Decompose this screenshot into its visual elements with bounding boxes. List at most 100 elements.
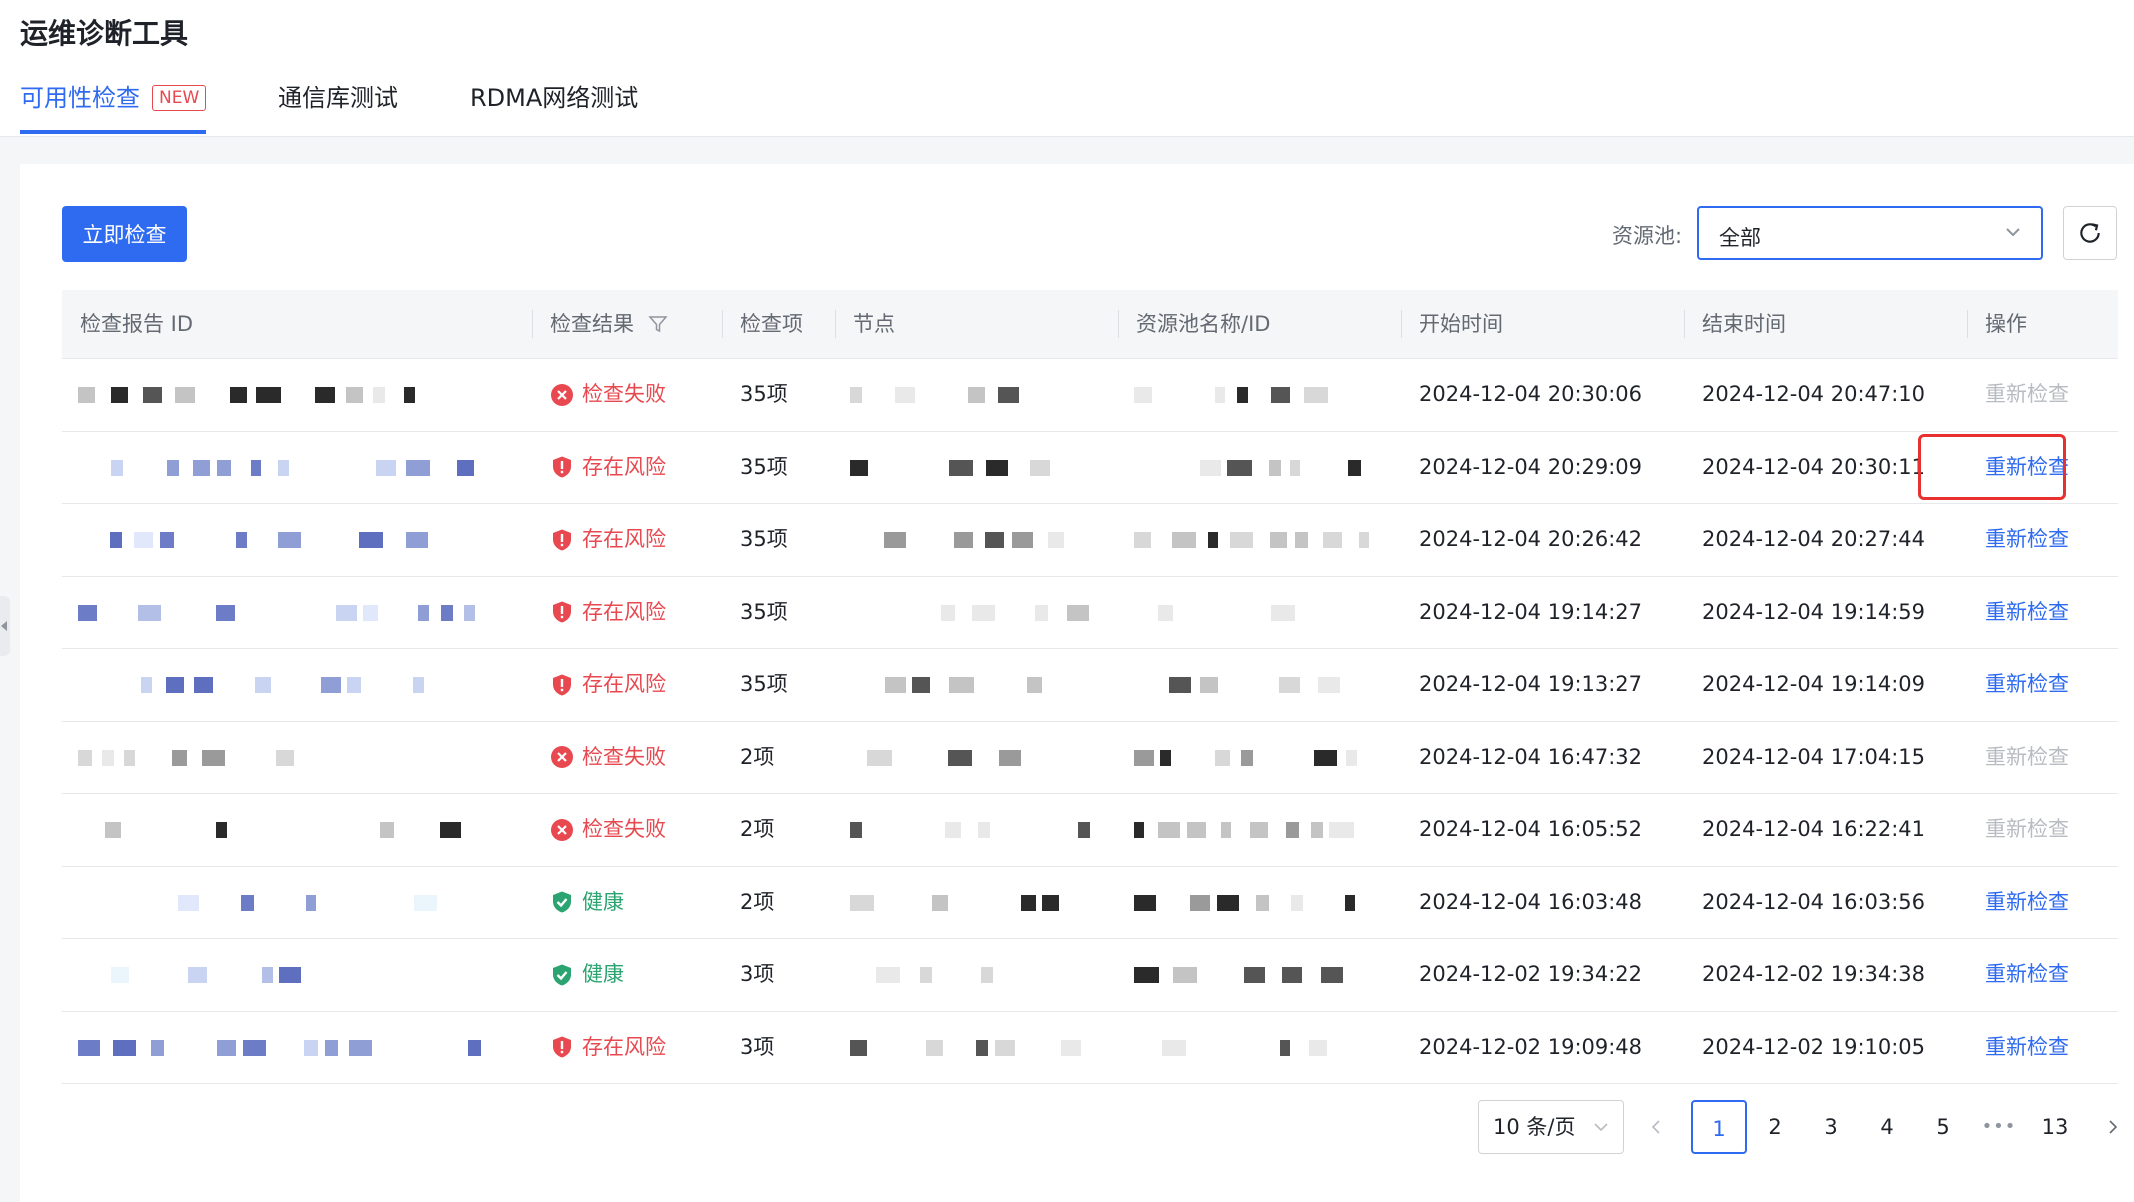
tab-rdma-network-test[interactable]: RDMA网络测试	[470, 76, 638, 134]
result-cell: 存在风险	[532, 432, 722, 503]
col-node: 节点	[835, 290, 1118, 358]
page-2[interactable]: 2	[1747, 1100, 1803, 1154]
end-time-cell: 2024-12-04 20:27:44	[1702, 527, 1926, 551]
shield-exclamation-icon	[553, 1036, 571, 1058]
refresh-icon	[2080, 223, 2100, 243]
col-end-time: 结束时间	[1684, 290, 1967, 358]
items-cell: 2项	[740, 744, 775, 769]
recheck-link[interactable]: 重新检查	[1985, 382, 2069, 406]
items-cell: 35项	[740, 672, 788, 696]
table-body: 检查失败 35项 2024-12-04 20:30:06 2024-12-04 20:…	[62, 359, 2118, 1084]
main-panel: 立即检查 资源池: 全部 检查报告 ID 检查结果 检查项 节点 资源池名称/I…	[20, 164, 2134, 1202]
result-cell: 健康	[532, 867, 722, 938]
tab-label: 可用性检查	[20, 84, 140, 112]
shield-exclamation-icon	[553, 601, 571, 623]
redacted-node	[850, 454, 1100, 482]
recheck-link[interactable]: 重新检查	[1985, 890, 2069, 914]
action-cell: 重新检查	[1967, 939, 2118, 1010]
prev-page-button[interactable]	[1628, 1100, 1684, 1154]
result-cell: 检查失败	[532, 794, 722, 865]
recheck-link[interactable]: 重新检查	[1985, 817, 2069, 841]
end-time-cell: 2024-12-04 20:30:11	[1702, 454, 1926, 479]
redacted-pool	[1134, 526, 1384, 554]
refresh-button[interactable]	[2063, 206, 2117, 260]
recheck-link[interactable]: 重新检查	[1985, 745, 2069, 769]
table-row: 健康 3项 2024-12-02 19:34:22 2024-12-02 19:34:…	[62, 939, 2118, 1012]
result-text: 健康	[582, 962, 624, 986]
col-report-id: 检查报告 ID	[80, 312, 194, 336]
page-3[interactable]: 3	[1803, 1100, 1859, 1154]
resource-pool-value: 全部	[1719, 226, 1761, 250]
end-time-cell: 2024-12-04 19:14:09	[1702, 672, 1926, 696]
col-pool: 资源池名称/ID	[1118, 290, 1401, 358]
page-size-select[interactable]: 10 条/页	[1478, 1100, 1624, 1154]
page-5[interactable]: 5	[1915, 1100, 1971, 1154]
redacted-report-id	[78, 816, 498, 844]
action-cell: 重新检查	[1967, 867, 2118, 938]
result-cell: 存在风险	[532, 649, 722, 720]
start-time-cell: 2024-12-02 19:09:48	[1419, 1034, 1643, 1059]
page-1[interactable]: 1	[1691, 1100, 1747, 1154]
result-text: 检查失败	[582, 382, 666, 406]
end-time-cell: 2024-12-04 16:22:41	[1702, 817, 1926, 841]
start-time-cell: 2024-12-04 19:14:27	[1419, 599, 1643, 624]
redacted-report-id	[78, 744, 498, 772]
recheck-link[interactable]: 重新检查	[1985, 962, 2069, 986]
start-time-cell: 2024-12-02 19:34:22	[1419, 962, 1643, 986]
end-time-cell: 2024-12-02 19:34:38	[1702, 962, 1926, 986]
col-start-time: 开始时间	[1401, 290, 1684, 358]
report-table: 检查报告 ID 检查结果 检查项 节点 资源池名称/ID 开始时间 结束时间 操…	[62, 290, 2118, 1084]
redacted-report-id	[78, 381, 498, 409]
recheck-link[interactable]: 重新检查	[1985, 672, 2069, 696]
table-row: 存在风险 35项 2024-12-04 19:13:27 2024-12-04 19:…	[62, 649, 2118, 722]
items-cell: 35项	[740, 599, 788, 624]
check-now-button[interactable]: 立即检查	[62, 206, 187, 262]
items-cell: 35项	[740, 454, 788, 479]
items-cell: 3项	[740, 1034, 775, 1059]
start-time-cell: 2024-12-04 20:26:42	[1419, 527, 1643, 551]
redacted-report-id	[78, 961, 498, 989]
recheck-link[interactable]: 重新检查	[1985, 455, 2069, 479]
tab-comm-lib-test[interactable]: 通信库测试	[278, 76, 398, 134]
recheck-link[interactable]: 重新检查	[1985, 600, 2069, 624]
chevron-down-icon	[1594, 1123, 1608, 1132]
page-size-value: 10 条/页	[1493, 1115, 1576, 1139]
next-page-button[interactable]	[2085, 1100, 2134, 1154]
funnel-icon[interactable]	[648, 314, 668, 334]
page-4[interactable]: 4	[1859, 1100, 1915, 1154]
page-ellipsis[interactable]: •••	[1971, 1100, 2027, 1154]
redacted-report-id	[78, 889, 498, 917]
sidebar-collapse-handle[interactable]	[0, 596, 10, 656]
end-time-cell: 2024-12-02 19:10:05	[1702, 1034, 1926, 1059]
redacted-pool	[1134, 599, 1384, 627]
redacted-report-id	[78, 454, 498, 482]
top-bar: 运维诊断工具 可用性检查 NEW 通信库测试 RDMA网络测试	[0, 0, 2134, 137]
redacted-pool	[1134, 381, 1384, 409]
shield-exclamation-icon	[553, 529, 571, 550]
items-cell: 35项	[740, 382, 788, 406]
end-time-cell: 2024-12-04 19:14:59	[1702, 599, 1926, 624]
col-action: 操作	[1967, 290, 2118, 358]
app-title: 运维诊断工具	[20, 17, 189, 50]
action-cell: 重新检查	[1967, 722, 2118, 793]
items-cell: 3项	[740, 962, 775, 986]
recheck-link[interactable]: 重新检查	[1985, 1035, 2069, 1059]
resource-pool-select[interactable]: 全部	[1697, 206, 2043, 260]
shield-exclamation-icon	[553, 456, 571, 478]
result-text: 存在风险	[582, 454, 666, 479]
page-last[interactable]: 13	[2027, 1100, 2083, 1154]
result-text: 存在风险	[582, 1034, 666, 1059]
tab-availability-check[interactable]: 可用性检查 NEW	[20, 76, 207, 134]
redacted-report-id	[78, 1034, 498, 1062]
result-cell: 检查失败	[532, 359, 722, 430]
items-cell: 2项	[740, 817, 775, 841]
action-cell: 重新检查	[1967, 649, 2118, 720]
result-cell: 健康	[532, 939, 722, 1010]
recheck-link[interactable]: 重新检查	[1985, 527, 2069, 551]
action-cell: 重新检查	[1967, 577, 2118, 648]
result-cell: 存在风险	[532, 1012, 722, 1083]
redacted-pool	[1134, 1034, 1384, 1062]
result-text: 存在风险	[582, 672, 666, 696]
table-row: 检查失败 35项 2024-12-04 20:30:06 2024-12-04 20:…	[62, 359, 2118, 432]
tab-label: 通信库测试	[278, 84, 398, 112]
